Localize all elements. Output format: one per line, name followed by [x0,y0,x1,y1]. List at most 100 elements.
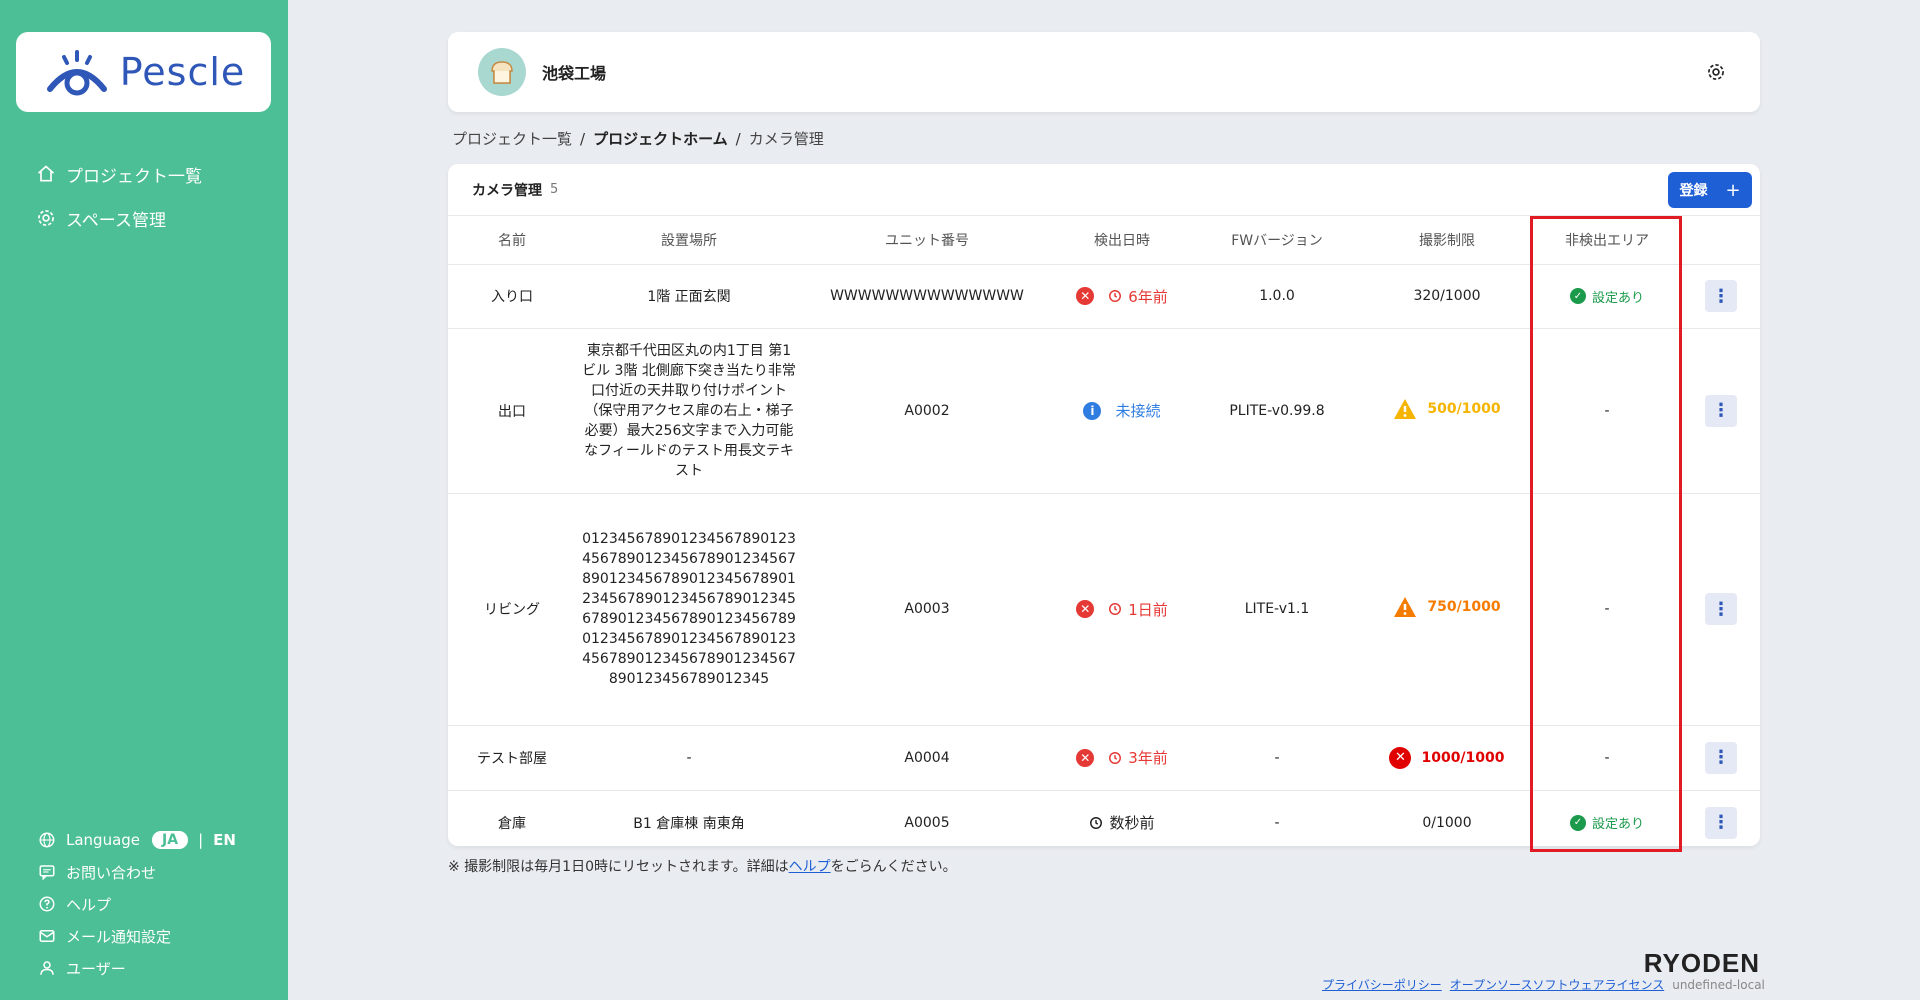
cell-limit: 500/1000 [1362,328,1532,494]
gear-icon [38,210,54,226]
globe-icon [39,832,55,848]
cell-menu: ⋮ [1682,493,1760,726]
table-row[interactable]: 出口 東京都千代田区丸の内1丁目 第1ビル 3階 北側廊下突き当たり非常口付近の… [448,328,1760,494]
area-set-badge: ✓ 設定あり [1569,287,1644,306]
cell-name: 入り口 [448,264,576,329]
cell-fw: PLITE-v0.99.8 [1192,328,1362,494]
warning-icon [1394,597,1417,617]
sidebar-item-label: ユーザー [66,959,126,978]
cell-location: B1 倉庫棟 南東角 [633,815,745,832]
table-row[interactable]: テスト部屋 - A0004 ✕ 3年前 - ✕ 1000/1000 - ⋮ [448,725,1760,791]
cell-menu: ⋮ [1682,790,1760,855]
table-row[interactable]: リビング 01234567890123456789012345678901234… [448,493,1760,726]
cell-fw: - [1192,725,1362,791]
breadcrumb-current: カメラ管理 [748,130,824,148]
project-settings-button[interactable] [1702,58,1730,86]
cell-fw: LITE-v1.1 [1192,493,1362,726]
note-suffix: をごらんください。 [830,859,957,875]
sidebar-item-contact[interactable]: お問い合わせ [38,856,236,888]
camera-table: 名前 設置場所 ユニット番号 検出日時 FWバージョン 撮影制限 非検出エリア … [448,216,1760,855]
table-title: カメラ管理 [472,182,542,199]
language-switcher: Language JA | EN [38,824,236,856]
sidebar-footer: Language JA | EN お問い合わせ ヘルプ メール通知設定 ユーザー [38,824,236,984]
cell-menu: ⋮ [1682,725,1760,791]
lang-separator: | [198,831,204,849]
row-menu-button[interactable]: ⋮ [1705,806,1737,839]
register-button[interactable]: 登録 + [1668,172,1752,208]
cell-location: - [576,725,802,791]
cell-area: ✓ 設定あり [1532,790,1682,855]
note-prefix: ※ 撮影制限は毎月1日0時にリセットされます。詳細は [448,859,789,875]
privacy-policy-link[interactable]: プライバシーポリシー [1322,976,1442,993]
clock-icon [1109,603,1122,615]
clock-icon [1109,290,1122,302]
clock-icon [1109,751,1122,764]
limit-value: 1000/1000 [1421,749,1505,766]
gear-icon [1708,64,1724,80]
detected-time: 6年前 [1128,287,1168,306]
logo[interactable]: Pescle [16,32,271,112]
row-menu-button[interactable]: ⋮ [1705,280,1737,312]
limit-value: 500/1000 [1427,400,1501,417]
check-icon: ✓ [1569,814,1586,831]
sidebar-item-space[interactable]: スペース管理 [36,196,202,240]
sidebar-item-user[interactable]: ユーザー [38,952,236,984]
sidebar-item-label: ヘルプ [66,895,112,914]
area-label: 設定あり [1591,817,1644,833]
breadcrumb-separator: / [735,129,741,148]
cell-name: リビング [448,493,576,726]
breadcrumb-projects[interactable]: プロジェクト一覧 [452,128,572,149]
status-offline: ✕ 6年前 [1076,286,1168,307]
cell-fw: 1.0.0 [1192,264,1362,329]
table-header-row: 名前 設置場所 ユニット番号 検出日時 FWバージョン 撮影制限 非検出エリア [448,216,1760,265]
cell-unit: WWWWWWWWWWWWWW [802,264,1052,329]
limit-exceeded: ✕ 1000/1000 [1389,746,1505,769]
cell-limit: 320/1000 [1362,264,1532,329]
camera-table-card: カメラ管理 5 登録 + 名前 設置場所 ユニット番号 検出日時 FWバージョン… [448,164,1760,846]
table-row[interactable]: 入り口 1階 正面玄関 WWWWWWWWWWWWWW ✕ 6年前 1.0.0 3… [448,264,1760,329]
table-row[interactable]: 倉庫 B1 倉庫棟 南東角 A0005 数秒前 - 0/1000 ✓ 設定あり [448,790,1760,855]
lang-ja-button[interactable]: JA [152,831,189,849]
reset-note: ※ 撮影制限は毎月1日0時にリセットされます。詳細はヘルプをごらんください。 [448,856,957,876]
oss-license-link[interactable]: オープンソースソフトウェアライセンス [1450,976,1664,993]
row-menu-button[interactable]: ⋮ [1705,741,1737,774]
sidebar-item-help[interactable]: ヘルプ [38,888,236,920]
footer-links: プライバシーポリシー オープンソースソフトウェアライセンス undefined-… [1322,976,1765,993]
row-menu-button[interactable]: ⋮ [1705,593,1737,625]
table-header-bar: カメラ管理 5 [448,164,1760,216]
breadcrumb-project-home[interactable]: プロジェクトホーム [593,128,728,149]
sidebar-item-label: お問い合わせ [66,863,157,882]
detected-time: 数秒前 [1109,814,1155,832]
status-offline: ✕ 1日前 [1076,599,1168,620]
column-header-fw: FWバージョン [1192,216,1362,265]
project-name: 池袋工場 [542,64,607,83]
cell-area: - [1532,493,1682,726]
sidebar-item-projects[interactable]: プロジェクト一覧 [36,152,202,196]
eye-logo-icon [46,50,107,96]
sidebar-item-label: メール通知設定 [66,927,172,946]
bread-icon [491,61,513,84]
row-menu-button[interactable]: ⋮ [1705,394,1737,427]
project-avatar [478,48,526,96]
sidebar-item-mail-settings[interactable]: メール通知設定 [38,920,236,952]
lang-en-button[interactable]: EN [213,831,236,849]
check-icon: ✓ [1569,288,1586,304]
cell-unit: A0004 [802,725,1052,791]
error-icon: ✕ [1389,746,1412,769]
column-header-unit: ユニット番号 [802,216,1052,265]
error-icon: ✕ [1076,600,1095,618]
cell-detected-at: i 未接続 [1052,328,1192,494]
cell-location: 1階 正面玄関 [576,264,802,329]
breadcrumb-separator: / [580,129,586,148]
cell-area: ✓ 設定あり [1532,264,1682,329]
column-header-non-detect-area: 非検出エリア [1532,216,1682,265]
error-icon: ✕ [1076,287,1095,305]
sidebar: Pescle プロジェクト一覧 スペース管理 Language JA | EN … [0,0,288,1000]
cell-location: 0123456789012345678901234567890123456789… [576,493,802,726]
cell-unit: A0005 [904,814,950,831]
location-text: 0123456789012345678901234567890123456789… [582,531,796,687]
status-offline: ✕ 3年前 [1076,747,1168,768]
cell-limit: ✕ 1000/1000 [1362,725,1532,791]
help-link[interactable]: ヘルプ [789,859,831,875]
status-disconnected: i 未接続 [1083,400,1161,421]
